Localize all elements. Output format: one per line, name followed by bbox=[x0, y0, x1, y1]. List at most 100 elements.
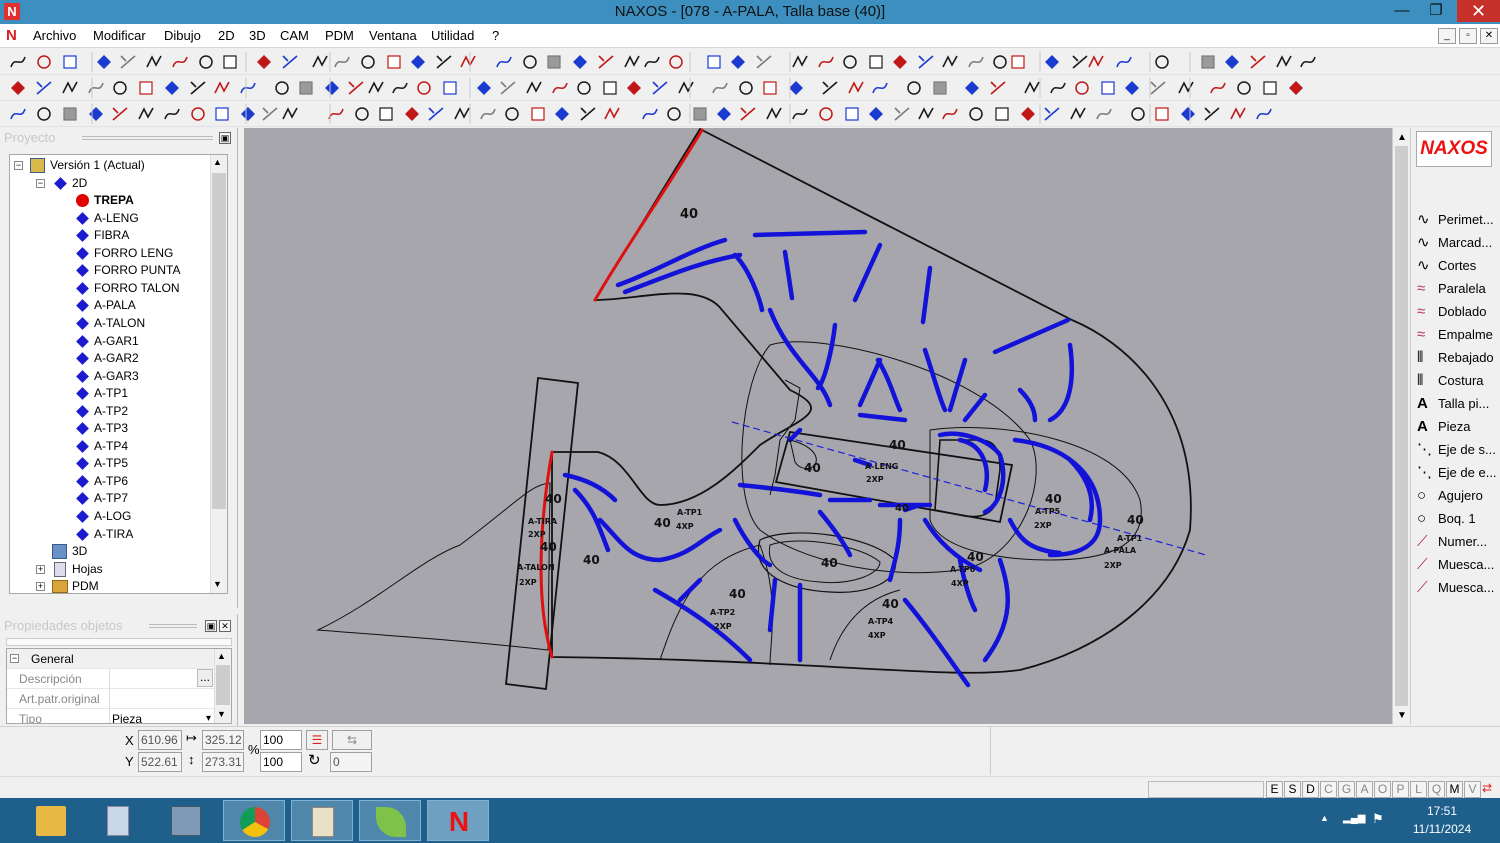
toolbar-tool-icon[interactable] bbox=[627, 81, 641, 95]
toolbar-tool-icon[interactable] bbox=[223, 55, 237, 69]
toolbar-tool-icon[interactable] bbox=[523, 55, 537, 69]
toolbar-tool-icon[interactable] bbox=[112, 107, 128, 121]
toolbar-tool-icon[interactable] bbox=[312, 55, 328, 68]
tree-node[interactable]: A-PALA bbox=[74, 297, 224, 314]
tree-node[interactable]: A-TP7 bbox=[74, 490, 224, 507]
canvas-scroll-thumb[interactable] bbox=[1395, 146, 1408, 706]
tree-node[interactable]: FORRO LENG bbox=[74, 245, 224, 262]
tree-node[interactable]: A-GAR2 bbox=[74, 350, 224, 367]
toolbar-tool-icon[interactable] bbox=[1210, 82, 1226, 94]
taskbar-naxos[interactable]: N bbox=[427, 800, 489, 841]
toolbar-tool-icon[interactable] bbox=[1225, 55, 1239, 69]
toolbar-tool-icon[interactable] bbox=[257, 55, 271, 69]
toolbar-tool-icon[interactable] bbox=[1072, 55, 1088, 69]
collapse-icon[interactable]: − bbox=[36, 178, 45, 188]
toolbar-tool-icon[interactable] bbox=[334, 56, 350, 68]
toolbar-tool-icon[interactable] bbox=[328, 108, 344, 120]
collapse-icon[interactable]: − bbox=[14, 161, 23, 170]
toolbar-tool-icon[interactable] bbox=[848, 81, 864, 94]
toolbar-tool-icon[interactable] bbox=[604, 107, 620, 120]
tree-node[interactable]: A-GAR1 bbox=[74, 333, 224, 350]
menu-cam[interactable]: CAM bbox=[280, 28, 309, 43]
x-coordinate-field[interactable]: 610.96 bbox=[138, 730, 182, 750]
toolbar-tool-icon[interactable] bbox=[1204, 107, 1220, 121]
art-patr-field[interactable] bbox=[109, 689, 215, 709]
toolbar-tool-icon[interactable] bbox=[893, 55, 907, 69]
toolbar-tool-icon[interactable] bbox=[872, 82, 888, 94]
toolbar-tool-icon[interactable] bbox=[10, 56, 26, 68]
tree-node[interactable]: A-TP5 bbox=[74, 455, 224, 472]
tree-node[interactable]: A-TP6 bbox=[74, 473, 224, 490]
y-coordinate-field[interactable]: 522.61 bbox=[138, 752, 182, 772]
toolbar-tool-icon[interactable] bbox=[552, 82, 568, 94]
menu-ventana[interactable]: Ventana bbox=[369, 28, 417, 43]
pattern-drawing[interactable]: 404040 A-LENG2XP4040A-TIRA2XP40A-TALON2XP… bbox=[244, 128, 1392, 724]
toolbar-tool-icon[interactable] bbox=[500, 81, 516, 95]
tool-item[interactable]: ○ Boq. 1 bbox=[1415, 508, 1500, 530]
toolbar-tool-icon[interactable] bbox=[598, 55, 614, 69]
toolbar-tool-icon[interactable] bbox=[969, 107, 983, 121]
toolbar-tool-icon[interactable] bbox=[10, 108, 26, 120]
taskbar-calculator[interactable] bbox=[87, 800, 149, 841]
minimize-button[interactable]: — bbox=[1385, 0, 1419, 22]
toolbar-tool-icon[interactable] bbox=[11, 81, 25, 95]
toolbar-tool-icon[interactable] bbox=[496, 56, 512, 68]
toolbar-tool-icon[interactable] bbox=[869, 107, 883, 121]
toolbar-tool-icon[interactable] bbox=[325, 81, 339, 95]
toolbar-tool-icon[interactable] bbox=[190, 81, 206, 95]
toolbar-tool-icon[interactable] bbox=[436, 55, 452, 69]
status-flag[interactable]: P bbox=[1392, 781, 1409, 798]
tree-node[interactable]: TREPA bbox=[74, 192, 224, 209]
toolbar-tool-icon[interactable] bbox=[968, 56, 984, 68]
toolbar-tool-icon[interactable] bbox=[62, 81, 78, 94]
toolbar-tool-icon[interactable] bbox=[526, 81, 542, 94]
menu-dibujo[interactable]: Dibujo bbox=[164, 28, 201, 43]
toolbar-tool-icon[interactable] bbox=[869, 55, 883, 69]
toolbar-tool-icon[interactable] bbox=[642, 108, 658, 120]
toolbar-tool-icon[interactable] bbox=[282, 107, 298, 120]
toolbar-tool-icon[interactable] bbox=[37, 107, 51, 121]
toolbar-tool-icon[interactable] bbox=[1024, 81, 1040, 94]
toolbar-tool-icon[interactable] bbox=[1250, 55, 1266, 69]
toolbar-tool-icon[interactable] bbox=[477, 81, 491, 95]
tool-item[interactable]: A Pieza bbox=[1415, 416, 1500, 438]
rotation-field[interactable]: 0 bbox=[330, 752, 372, 772]
toolbar-tool-icon[interactable] bbox=[1237, 81, 1251, 95]
toolbar-tool-icon[interactable] bbox=[822, 81, 838, 95]
tool-item[interactable]: A Talla pi... bbox=[1415, 393, 1500, 415]
toolbar-tool-icon[interactable] bbox=[1088, 55, 1104, 68]
toolbar-tool-icon[interactable] bbox=[624, 55, 640, 68]
description-browse-button[interactable]: ... bbox=[197, 669, 213, 687]
tool-item[interactable]: ⟋ Muesca... bbox=[1415, 577, 1500, 599]
tree-scrollbar[interactable]: ▲ ▼ bbox=[210, 155, 227, 593]
tree-node[interactable]: 3D bbox=[52, 543, 202, 560]
tool-item[interactable]: ∿ Cortes bbox=[1415, 255, 1500, 277]
toolbar-tool-icon[interactable] bbox=[214, 81, 230, 94]
toolbar-tool-icon[interactable] bbox=[262, 107, 278, 121]
taskbar-file-explorer[interactable] bbox=[20, 800, 82, 841]
status-flag[interactable]: A bbox=[1356, 781, 1373, 798]
tree-node[interactable]: FIBRA bbox=[74, 227, 224, 244]
toolbar-tool-icon[interactable] bbox=[97, 55, 111, 69]
status-flag[interactable]: E bbox=[1266, 781, 1283, 798]
width-field[interactable]: 325.12 bbox=[202, 730, 244, 750]
scroll-up-icon[interactable]: ▲ bbox=[217, 651, 226, 661]
expand-icon[interactable]: + bbox=[36, 582, 45, 592]
tree-node[interactable]: A-TALON bbox=[74, 315, 224, 332]
toolbar-tool-icon[interactable] bbox=[843, 55, 857, 69]
toolbar-tool-icon[interactable] bbox=[693, 107, 707, 121]
tree-node[interactable]: − Versión 1 (Actual) bbox=[14, 157, 180, 174]
drawing-canvas[interactable]: 40 40 40 A-LENG 2XP 40 40 A-TIRA 2XP 40 A-TALON 2XP… bbox=[244, 128, 1392, 724]
tree-node[interactable]: + PDM bbox=[36, 578, 202, 593]
tree-node[interactable]: + Hojas bbox=[36, 561, 202, 578]
status-flag[interactable]: S bbox=[1284, 781, 1301, 798]
toolbar-tool-icon[interactable] bbox=[1230, 107, 1246, 120]
toolbar-tool-icon[interactable] bbox=[894, 107, 910, 121]
toolbar-tool-icon[interactable] bbox=[907, 81, 921, 95]
tool-item[interactable]: ⟋ Muesca... bbox=[1415, 554, 1500, 576]
tree-node[interactable]: A-LOG bbox=[74, 508, 224, 525]
tool-item[interactable]: ≈ Empalme bbox=[1415, 324, 1500, 346]
tree-node[interactable]: A-TP2 bbox=[74, 403, 224, 420]
expand-icon[interactable]: + bbox=[36, 564, 45, 574]
scale-y-field[interactable]: 100 bbox=[260, 752, 302, 772]
